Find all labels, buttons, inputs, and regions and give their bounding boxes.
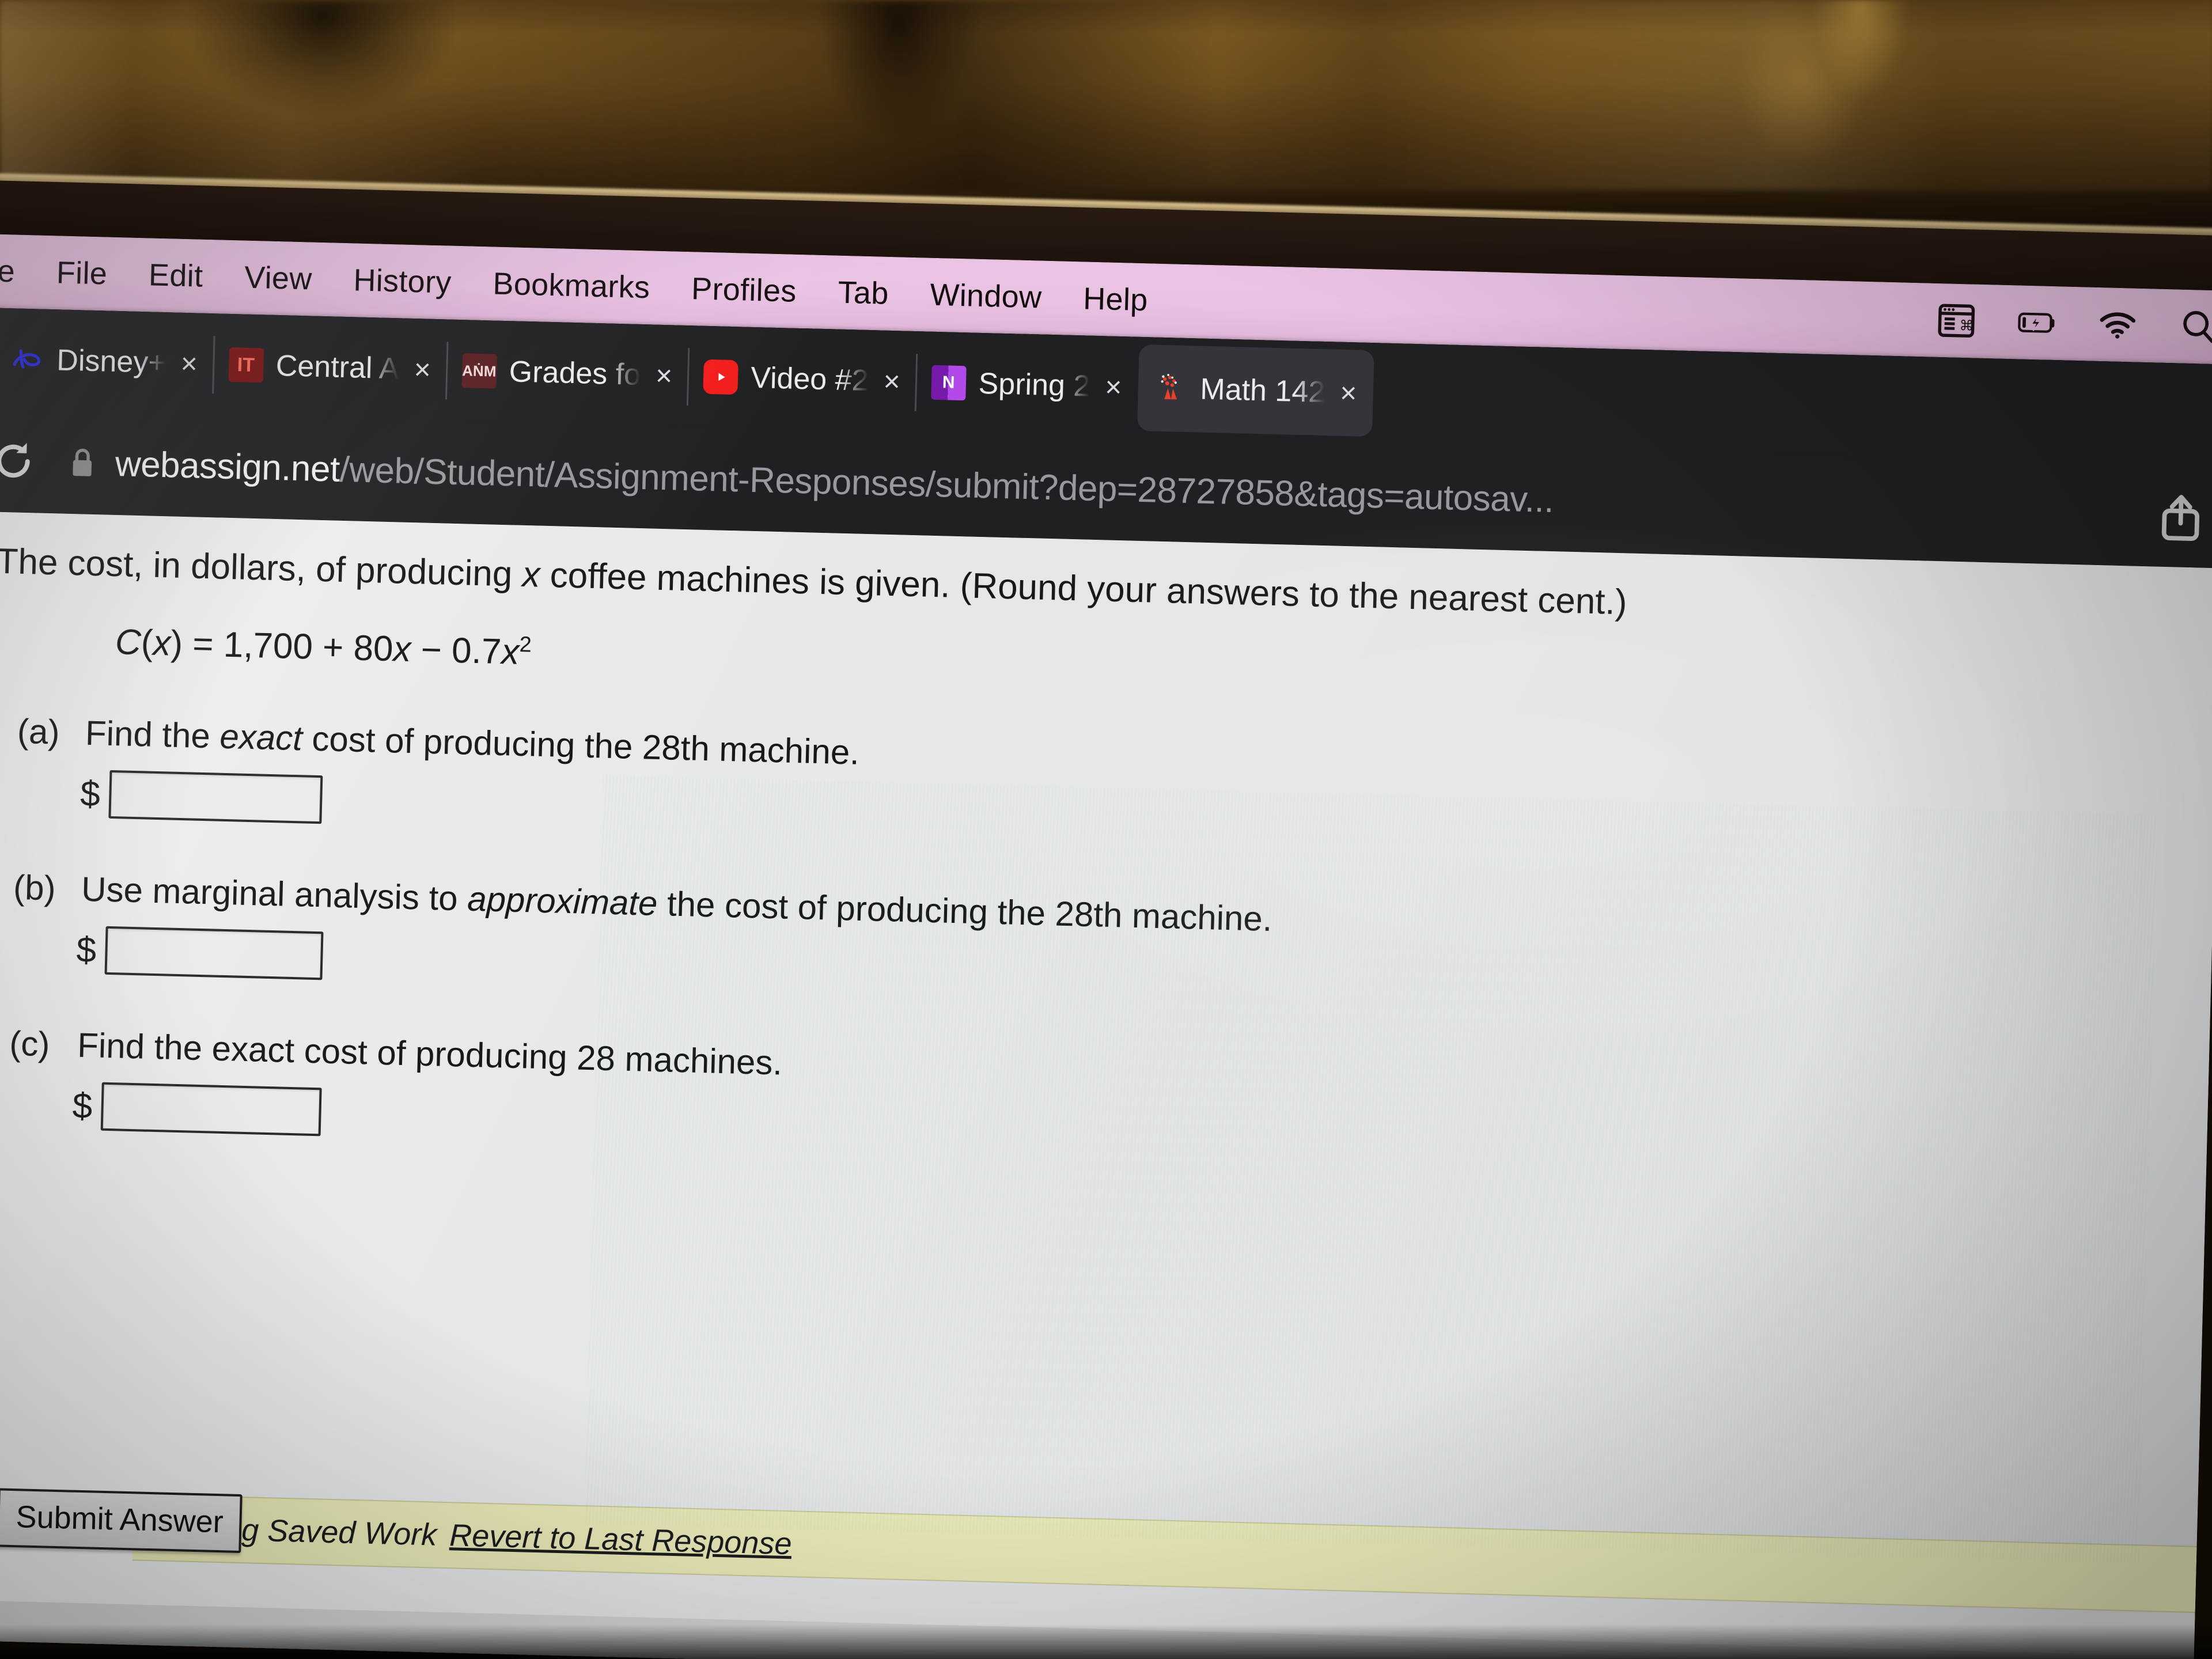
equation-lhs: C(x) bbox=[115, 622, 184, 664]
menu-bar-status-icons: ⌘ bbox=[1937, 283, 2212, 364]
part-a-text-before: Find the bbox=[85, 714, 221, 756]
svg-text:⌘: ⌘ bbox=[1959, 317, 1974, 334]
address-bar-url[interactable]: webassign.net/web/Student/Assignment-Res… bbox=[115, 443, 1554, 520]
part-c-text-before: Find the exact cost of producing 28 mach… bbox=[77, 1025, 783, 1082]
browser-tab-math-142[interactable]: Math 142 × bbox=[1137, 344, 1374, 437]
screen-mirroring-icon[interactable]: ⌘ bbox=[1937, 303, 1976, 339]
part-c-label: (c) bbox=[9, 1024, 51, 1064]
battery-charging-icon[interactable] bbox=[2017, 305, 2056, 340]
part-a-emphasis: exact bbox=[219, 717, 303, 758]
menu-item-window[interactable]: Window bbox=[909, 276, 1063, 316]
menu-item-edit[interactable]: Edit bbox=[127, 256, 224, 294]
it-central-icon: IT bbox=[228, 347, 264, 383]
part-b-label: (b) bbox=[13, 868, 56, 908]
part-a-text-after: cost of producing the 28th machine. bbox=[302, 719, 860, 772]
browser-tab-it-central[interactable]: IT Central A × bbox=[213, 321, 448, 413]
saved-work-banner: Viewing Saved Work Revert to Last Respons… bbox=[132, 1494, 2197, 1613]
saved-work-text: Viewing Saved Work Revert to Last Respons… bbox=[150, 1510, 792, 1562]
search-icon[interactable] bbox=[2179, 309, 2212, 345]
reload-icon[interactable] bbox=[0, 440, 35, 483]
browser-tab-disney-plus[interactable]: Disney+ × bbox=[0, 316, 215, 408]
menu-item-profiles[interactable]: Profiles bbox=[670, 270, 817, 309]
tab-title: Math 142 bbox=[1199, 372, 1325, 410]
submit-answer-button[interactable]: Submit Answer bbox=[0, 1488, 243, 1554]
menu-item-bookmarks[interactable]: Bookmarks bbox=[472, 266, 671, 306]
question-part-b: (b) Use marginal analysis to approximate … bbox=[0, 865, 2178, 1027]
question-part-c: (c) Find the exact cost of producing 28 m… bbox=[0, 1021, 2174, 1183]
lock-icon bbox=[73, 448, 92, 476]
menu-item-tab[interactable]: Tab bbox=[817, 274, 910, 312]
part-b-emphasis: approximate bbox=[467, 880, 658, 923]
browser-tab-video-2[interactable]: Video #2 × bbox=[687, 333, 917, 425]
prompt-text-before: The cost, in dollars, of producing bbox=[0, 541, 523, 594]
tab-title: Grades fo bbox=[509, 355, 641, 392]
menu-item-history[interactable]: History bbox=[332, 262, 473, 301]
youtube-icon bbox=[703, 359, 739, 395]
tab-title: Central A bbox=[275, 349, 400, 386]
tab-close-icon[interactable]: × bbox=[1339, 377, 1357, 410]
background-room-blur bbox=[0, 0, 2212, 190]
photo-bottom-shadow bbox=[0, 1624, 2212, 1659]
browser-tab-grades[interactable]: AṄM Grades fo × bbox=[446, 327, 690, 419]
address-host: webassign.net bbox=[115, 444, 340, 490]
browser-tab-spring-onenote[interactable]: N Spring 2 × bbox=[915, 339, 1139, 431]
page-viewport: The cost, in dollars, of producing x cof… bbox=[0, 511, 2212, 1659]
tab-close-icon[interactable]: × bbox=[883, 365, 901, 398]
part-a-currency-symbol: $ bbox=[79, 774, 101, 815]
laptop-screen: me File Edit View History Bookmarks Prof… bbox=[0, 234, 2212, 1659]
address-path: /web/Student/Assignment-Responses/submit… bbox=[339, 449, 1555, 520]
equation-exponent: 2 bbox=[519, 632, 532, 658]
menu-item-view[interactable]: View bbox=[224, 259, 334, 298]
part-a-answer-input[interactable] bbox=[108, 770, 323, 824]
tab-title: Video #2 bbox=[750, 361, 869, 397]
part-b-answer-input[interactable] bbox=[105, 926, 324, 980]
share-icon[interactable] bbox=[2158, 492, 2204, 543]
part-b-text-before: Use marginal analysis to bbox=[81, 870, 468, 919]
question-card: The cost, in dollars, of producing x cof… bbox=[0, 512, 2212, 1659]
photograph-of-laptop-screen: me File Edit View History Bookmarks Prof… bbox=[0, 0, 2212, 1659]
part-c-answer-input[interactable] bbox=[101, 1082, 323, 1137]
tab-close-icon[interactable]: × bbox=[655, 359, 673, 392]
cost-equation: C(x) = 1,700 + 80x − 0.7x2 bbox=[115, 622, 2184, 715]
tab-title: Disney+ bbox=[56, 343, 166, 380]
part-b-text-after: the cost of producing the 28th machine. bbox=[657, 884, 1273, 939]
equation-equals: = bbox=[192, 624, 214, 665]
tab-close-icon[interactable]: × bbox=[180, 347, 198, 380]
menu-item-app[interactable]: me bbox=[0, 253, 36, 290]
webassign-icon bbox=[1153, 371, 1188, 406]
revert-to-last-response-link[interactable]: Revert to Last Response bbox=[449, 1518, 793, 1561]
tab-close-icon[interactable]: × bbox=[1105, 370, 1123, 403]
prompt-text-after: coffee machines is given. (Round your an… bbox=[539, 555, 1628, 623]
menu-bar-items: me File Edit View History Bookmarks Prof… bbox=[0, 253, 1169, 319]
part-b-currency-symbol: $ bbox=[75, 930, 97, 971]
tab-title: Spring 2 bbox=[978, 366, 1091, 403]
menu-item-help[interactable]: Help bbox=[1062, 280, 1169, 319]
wifi-icon[interactable] bbox=[2098, 307, 2137, 343]
prompt-variable: x bbox=[521, 554, 541, 595]
onenote-icon: N bbox=[930, 365, 967, 401]
tab-close-icon[interactable]: × bbox=[414, 353, 431, 386]
menu-item-file[interactable]: File bbox=[35, 254, 128, 292]
question-part-a: (a) Find the exact cost of producing the … bbox=[0, 709, 2182, 871]
equation-rhs: 1,700 + 80x − 0.7x bbox=[222, 625, 520, 673]
disney-plus-icon bbox=[9, 342, 44, 377]
texas-am-icon: AṄM bbox=[461, 353, 497, 389]
part-c-currency-symbol: $ bbox=[71, 1086, 93, 1127]
part-a-label: (a) bbox=[17, 712, 60, 752]
